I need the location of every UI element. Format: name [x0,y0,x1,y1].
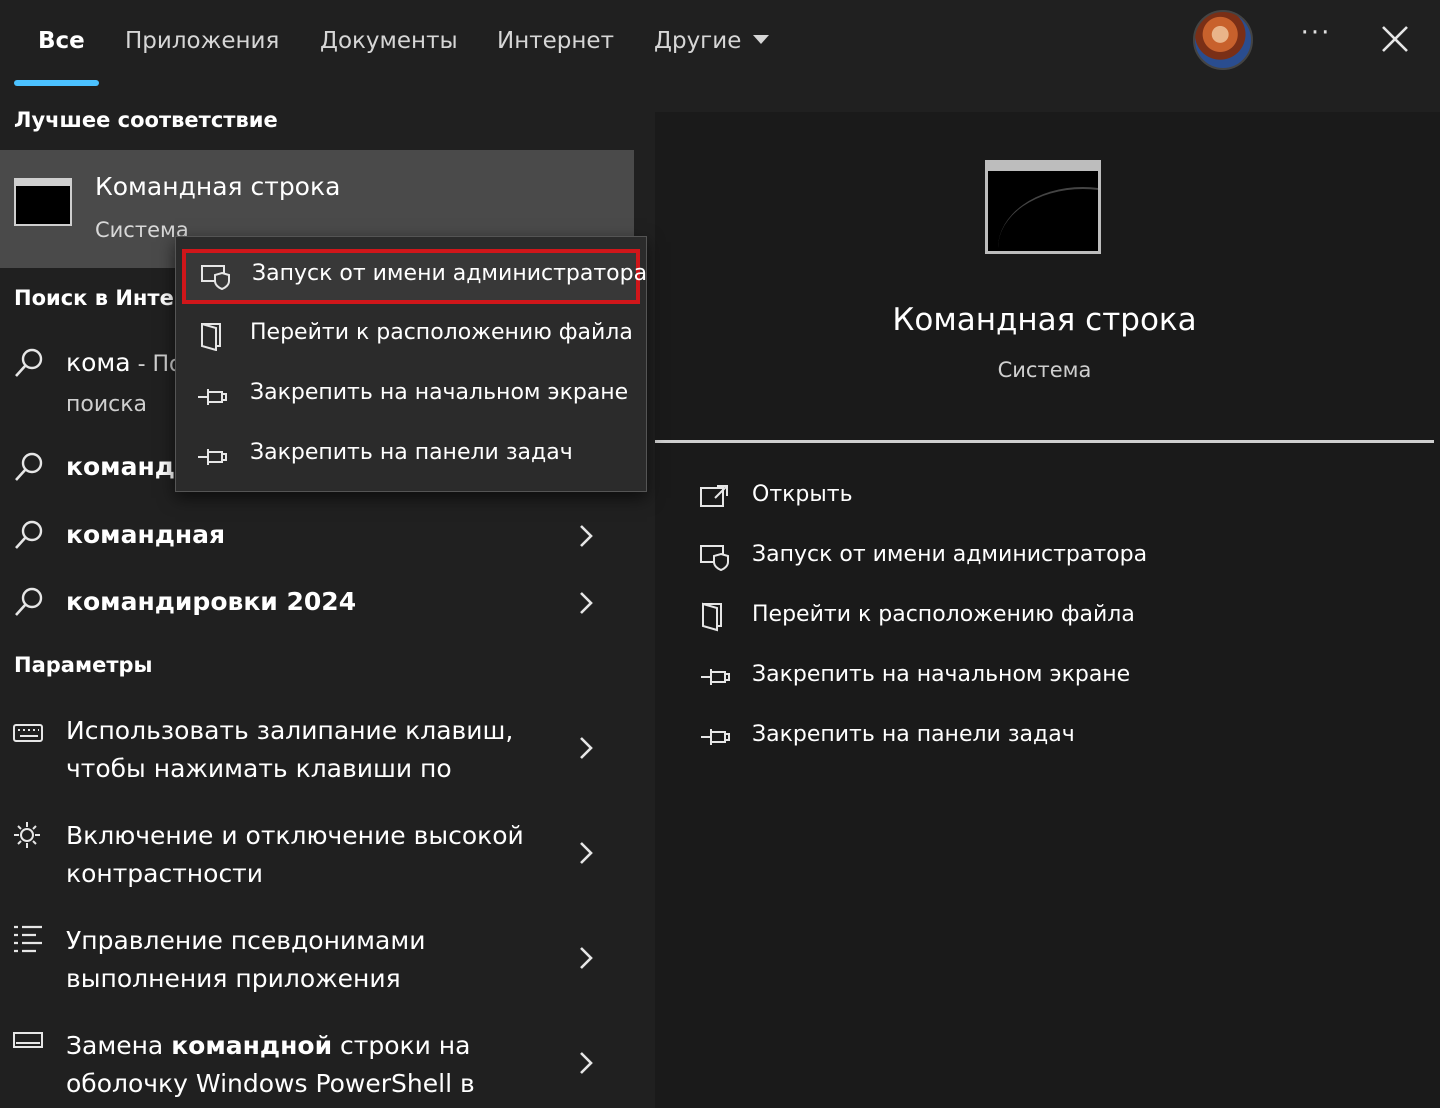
file-location-icon [196,323,230,351]
action-open[interactable]: Открыть [655,474,1440,524]
more-options-icon[interactable]: ··· [1296,18,1336,58]
settings-item[interactable]: Управление псевдонимами выполнения прило… [0,918,634,1008]
menu-item-open-file-location[interactable]: Перейти к расположению файла [176,309,646,367]
settings-item[interactable]: Замена командной строки на оболочку Wind… [0,1023,634,1108]
menu-item-label: Перейти к расположению файла [250,320,633,345]
tab-internet[interactable]: Интернет [497,24,614,58]
settings-item-line2: оболочку Windows PowerShell в [66,1069,475,1098]
preview-title: Командная строка [892,302,1197,338]
caret-down-icon [753,35,770,44]
brightness-icon [12,819,46,853]
best-match-heading: Лучшее соответствие [14,108,278,132]
web-search-item[interactable]: командная [0,514,634,564]
action-label: Закрепить на панели задач [752,722,1075,747]
pin-icon [699,662,733,692]
tab-apps[interactable]: Приложения [125,24,279,58]
action-open-file-location[interactable]: Перейти к расположению файла [655,594,1440,644]
action-pin-taskbar[interactable]: Закрепить на панели задач [655,714,1440,764]
menu-item-run-as-admin[interactable]: Запуск от имени администратора [182,249,647,304]
windows-search-window: Все Приложения Документы Интернет Другие… [0,0,1440,1108]
search-icon [12,518,46,552]
chevron-right-icon[interactable] [576,734,596,762]
settings-item-line1: Управление псевдонимами [66,926,426,955]
search-filter-bar: Все Приложения Документы Интернет Другие… [0,0,1440,88]
settings-item-line1: Включение и отключение высокой [66,821,524,850]
chevron-right-icon[interactable] [576,522,596,550]
settings-item-line2: выполнения приложения [66,964,401,993]
settings-item-line1: Замена командной строки на [66,1031,471,1060]
tab-other-label: Другие [654,28,742,54]
display-icon [12,1027,46,1061]
command-prompt-icon [985,160,1101,254]
action-label: Открыть [752,482,853,507]
menu-item-label: Запуск от имени администратора [252,261,648,286]
settings-item-line2: контрастности [66,859,263,888]
action-pin-start[interactable]: Закрепить на начальном экране [655,654,1440,704]
divider [655,440,1434,443]
preview-subtitle: Система [997,358,1092,382]
search-icon [12,346,46,380]
search-icon [12,450,46,484]
web-search-query: командная [66,520,226,549]
settings-item-line1: Использовать залипание клавиш, [66,716,514,745]
best-match-title: Командная строка [95,172,341,201]
menu-item-pin-start[interactable]: Закрепить на начальном экране [176,369,646,427]
keyboard-icon [12,716,46,750]
file-location-icon [699,602,733,632]
settings-item-line2: чтобы нажимать клавиши по [66,754,452,783]
pin-icon [196,383,230,411]
action-label: Перейти к расположению файла [752,602,1135,627]
pin-icon [699,722,733,752]
menu-item-label: Закрепить на панели задач [250,440,573,465]
action-label: Запуск от имени администратора [752,542,1148,567]
list-icon [12,922,46,956]
menu-item-label: Закрепить на начальном экране [250,380,629,405]
admin-shield-icon [200,263,234,291]
admin-shield-icon [699,542,733,572]
avatar[interactable] [1193,10,1253,70]
web-search-item[interactable]: командировки 2024 [0,581,634,631]
close-icon[interactable] [1378,22,1412,56]
web-search-sub: поиска [66,392,148,417]
action-label: Закрепить на начальном экране [752,662,1131,687]
chevron-right-icon[interactable] [576,839,596,867]
tab-documents[interactable]: Документы [320,24,458,58]
web-search-query: кома - По [66,348,183,377]
command-prompt-icon [14,178,72,226]
settings-heading: Параметры [14,653,153,677]
pin-icon [196,443,230,471]
preview-pane: Командная строка Система Открыть Запуск … [655,112,1440,1108]
settings-item[interactable]: Использовать залипание клавиш, чтобы наж… [0,708,634,798]
tab-all[interactable]: Все [38,24,85,58]
web-search-query: командн [66,452,193,481]
web-search-heading: Поиск в Интер [14,286,189,310]
chevron-right-icon[interactable] [576,944,596,972]
chevron-right-icon[interactable] [576,1049,596,1077]
tab-other[interactable]: Другие [654,24,770,58]
chevron-right-icon[interactable] [576,589,596,617]
open-icon [699,482,733,512]
settings-item[interactable]: Включение и отключение высокой контрастн… [0,813,634,903]
active-tab-indicator [14,80,99,86]
context-menu: Запуск от имени администратора Перейти к… [175,236,647,492]
web-search-query: командировки 2024 [66,587,357,616]
action-run-as-admin[interactable]: Запуск от имени администратора [655,534,1440,584]
menu-item-pin-taskbar[interactable]: Закрепить на панели задач [176,429,646,487]
search-icon [12,585,46,619]
